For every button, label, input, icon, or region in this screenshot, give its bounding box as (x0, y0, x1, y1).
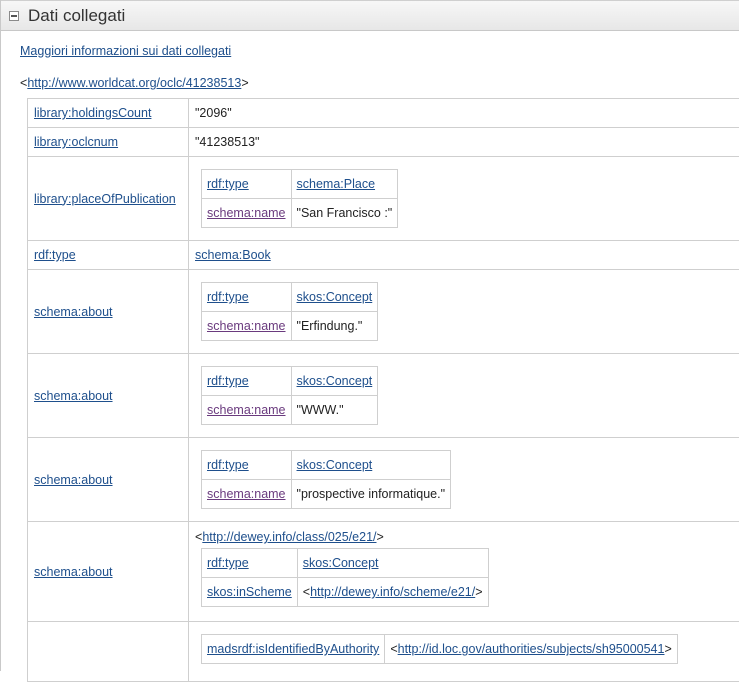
nested-key-link[interactable]: rdf:type (207, 458, 249, 472)
nested-key-link[interactable]: madsrdf:isIdentifiedByAuthority (207, 642, 379, 656)
property-value: "41238513" (189, 128, 739, 157)
nested-table: rdf:type schema:Place schema:name "San F… (201, 169, 398, 228)
nested-key-link[interactable]: skos:inScheme (207, 585, 292, 599)
property-link[interactable]: schema:about (34, 389, 113, 403)
property-link[interactable]: schema:about (34, 473, 113, 487)
nested-row: schema:name "WWW." (202, 396, 378, 425)
nested-table: rdf:type skos:Concept schema:name "WWW." (201, 366, 378, 425)
table-row: schema:about rdf:type skos:Concept schem… (28, 270, 739, 354)
table-row: schema:about rdf:type skos:Concept schem… (28, 438, 739, 522)
property-link[interactable]: library:placeOfPublication (34, 192, 176, 206)
nested-table: rdf:type skos:Concept skos:inScheme <htt… (201, 548, 489, 607)
nested-value-link[interactable]: skos:Concept (297, 374, 373, 388)
property-link[interactable]: library:holdingsCount (34, 106, 151, 120)
nested-value-link[interactable]: schema:Place (297, 177, 376, 191)
nested-value-link[interactable]: http://dewey.info/scheme/e21/ (310, 585, 475, 599)
more-info-link[interactable]: Maggiori informazioni sui dati collegati (20, 44, 231, 58)
nested-value-link[interactable]: http://id.loc.gov/authorities/subjects/s… (398, 642, 665, 656)
nested-row: madsrdf:isIdentifiedByAuthority <http://… (202, 635, 678, 664)
nested-key-link[interactable]: rdf:type (207, 177, 249, 191)
nested-row: rdf:type skos:Concept (202, 283, 378, 312)
nested-key-link[interactable]: schema:name (207, 319, 286, 333)
table-row: library:holdingsCount "2096" (28, 99, 739, 128)
linked-data-table: library:holdingsCount "2096" library:ocl… (27, 98, 739, 682)
nested-row: rdf:type skos:Concept (202, 451, 451, 480)
nested-row: rdf:type schema:Place (202, 170, 398, 199)
nested-key-link[interactable]: schema:name (207, 403, 286, 417)
panel-title: Dati collegati (28, 6, 125, 26)
panel-header[interactable]: Dati collegati (1, 0, 739, 31)
nested-value-link[interactable]: skos:Concept (297, 458, 373, 472)
nested-row: rdf:type skos:Concept (202, 367, 378, 396)
table-row: library:oclcnum "41238513" (28, 128, 739, 157)
nested-uri-link[interactable]: http://dewey.info/class/025/e21/ (202, 530, 376, 544)
table-row: rdf:type schema:Book (28, 241, 739, 270)
nested-table: rdf:type skos:Concept schema:name "Erfin… (201, 282, 378, 341)
subject-uri-link[interactable]: http://www.worldcat.org/oclc/41238513 (27, 76, 241, 90)
nested-uri: <http://dewey.info/class/025/e21/> (195, 530, 739, 544)
nested-key-link[interactable]: rdf:type (207, 374, 249, 388)
collapse-icon[interactable] (9, 11, 19, 21)
table-row: schema:about rdf:type skos:Concept schem… (28, 354, 739, 438)
nested-row: schema:name "San Francisco :" (202, 199, 398, 228)
property-value: "2096" (189, 99, 739, 128)
nested-key-link[interactable]: schema:name (207, 487, 286, 501)
nested-row: schema:name "prospective informatique." (202, 480, 451, 509)
nested-value: "WWW." (291, 396, 378, 425)
property-link[interactable]: rdf:type (34, 248, 76, 262)
nested-value: "Erfindung." (291, 312, 378, 341)
subject-uri: <http://www.worldcat.org/oclc/41238513> (20, 76, 249, 90)
nested-row: skos:inScheme <http://dewey.info/scheme/… (202, 578, 489, 607)
nested-value-link[interactable]: skos:Concept (303, 556, 379, 570)
property-value-link[interactable]: schema:Book (195, 248, 271, 262)
nested-row: rdf:type skos:Concept (202, 549, 489, 578)
nested-value: "San Francisco :" (291, 199, 398, 228)
nested-value: "prospective informatique." (291, 480, 451, 509)
nested-key-link[interactable]: schema:name (207, 206, 286, 220)
table-row: madsrdf:isIdentifiedByAuthority <http://… (28, 622, 739, 682)
nested-table: rdf:type skos:Concept schema:name "prosp… (201, 450, 451, 509)
property-link[interactable]: schema:about (34, 565, 113, 579)
linked-data-panel: Dati collegati Maggiori informazioni sui… (0, 0, 739, 671)
table-row: library:placeOfPublication rdf:type sche… (28, 157, 739, 241)
nested-key-link[interactable]: rdf:type (207, 556, 249, 570)
property-link[interactable]: library:oclcnum (34, 135, 118, 149)
nested-value-link[interactable]: skos:Concept (297, 290, 373, 304)
nested-row: schema:name "Erfindung." (202, 312, 378, 341)
nested-key-link[interactable]: rdf:type (207, 290, 249, 304)
table-row: schema:about <http://dewey.info/class/02… (28, 522, 739, 622)
nested-table: madsrdf:isIdentifiedByAuthority <http://… (201, 634, 678, 664)
property-link[interactable]: schema:about (34, 305, 113, 319)
